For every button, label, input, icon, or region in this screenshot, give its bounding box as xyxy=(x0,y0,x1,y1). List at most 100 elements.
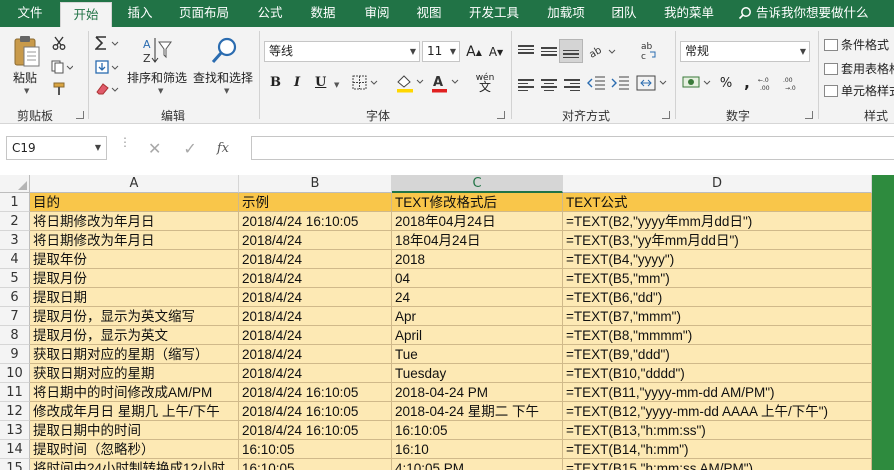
cell-a-5[interactable]: 提取月份 xyxy=(30,269,239,288)
tab-developer[interactable]: 开发工具 xyxy=(463,0,525,27)
copy-icon[interactable] xyxy=(50,59,74,75)
cell-c-15[interactable]: 4:10:05 PM xyxy=(392,459,563,470)
cell-d-6[interactable]: =TEXT(B6,"dd") xyxy=(563,288,872,307)
find-select-dropdown-icon[interactable]: ▼ xyxy=(224,87,229,95)
clipboard-launcher-icon[interactable] xyxy=(76,111,84,119)
row-header[interactable]: 9 xyxy=(0,345,30,364)
insert-function-icon[interactable]: fx xyxy=(217,141,229,156)
merge-center-icon[interactable] xyxy=(636,73,670,93)
tab-page-layout[interactable]: 页面布局 xyxy=(172,0,236,27)
column-header-d[interactable]: D xyxy=(563,175,872,193)
row-header[interactable]: 8 xyxy=(0,326,30,345)
tab-addins[interactable]: 加载项 xyxy=(541,0,591,27)
cell-c-11[interactable]: 2018-04-24 PM xyxy=(392,383,563,402)
find-icon[interactable] xyxy=(208,35,240,67)
cell-c-6[interactable]: 24 xyxy=(392,288,563,307)
select-all-button[interactable] xyxy=(0,175,30,193)
cell-d-15[interactable]: =TEXT(B15,"h:mm:ss AM/PM") xyxy=(563,459,872,470)
paste-icon[interactable] xyxy=(10,33,44,69)
formula-bar-grip[interactable]: ⋮ xyxy=(119,136,131,148)
cut-icon[interactable] xyxy=(50,35,68,51)
row-header[interactable]: 3 xyxy=(0,231,30,250)
cell-a-11[interactable]: 将日期中的时间修改成AM/PM xyxy=(30,383,239,402)
format-painter-icon[interactable] xyxy=(50,81,68,97)
row-header[interactable]: 12 xyxy=(0,402,30,421)
format-as-table-button[interactable]: 套用表格格式 xyxy=(824,60,894,77)
cell-c-14[interactable]: 16:10 xyxy=(392,440,563,459)
cell-b-2[interactable]: 2018/4/24 16:10:05 xyxy=(239,212,392,231)
tab-insert[interactable]: 插入 xyxy=(118,0,162,27)
row-header[interactable]: 11 xyxy=(0,383,30,402)
tab-formulas[interactable]: 公式 xyxy=(250,0,290,27)
cell-c-2[interactable]: 2018年04月24日 xyxy=(392,212,563,231)
align-center-icon[interactable] xyxy=(541,77,557,93)
align-left-icon[interactable] xyxy=(518,77,534,93)
decrease-decimal-icon[interactable]: .00 →.0 xyxy=(783,73,805,93)
cell-styles-button[interactable]: 单元格样式 xyxy=(824,82,894,99)
increase-font-icon[interactable]: A ▲ xyxy=(465,43,483,61)
formula-input[interactable] xyxy=(251,136,894,160)
cell-d-4[interactable]: =TEXT(B4,"yyyy") xyxy=(563,250,872,269)
cell-a-4[interactable]: 提取年份 xyxy=(30,250,239,269)
tab-home[interactable]: 开始 xyxy=(60,2,112,27)
tab-team[interactable]: 团队 xyxy=(604,0,644,27)
cell-d-12[interactable]: =TEXT(B12,"yyyy-mm-dd AAAA 上午/下午") xyxy=(563,402,872,421)
cell-a-13[interactable]: 提取日期中的时间 xyxy=(30,421,239,440)
font-name-select[interactable]: 等线 ▼ xyxy=(264,41,420,62)
cell-d-11[interactable]: =TEXT(B11,"yyyy-mm-dd AM/PM") xyxy=(563,383,872,402)
alignment-launcher-icon[interactable] xyxy=(662,111,670,119)
cell-b-11[interactable]: 2018/4/24 16:10:05 xyxy=(239,383,392,402)
cell-c-1[interactable]: TEXT修改格式后 xyxy=(392,193,563,212)
cell-a-14[interactable]: 提取时间（忽略秒） xyxy=(30,440,239,459)
cell-b-3[interactable]: 2018/4/24 xyxy=(239,231,392,250)
font-launcher-icon[interactable] xyxy=(497,111,505,119)
cell-c-4[interactable]: 2018 xyxy=(392,250,563,269)
row-header[interactable]: 7 xyxy=(0,307,30,326)
cancel-icon[interactable]: ✕ xyxy=(148,139,161,158)
cell-b-1[interactable]: 示例 xyxy=(239,193,392,212)
cell-b-6[interactable]: 2018/4/24 xyxy=(239,288,392,307)
decrease-indent-icon[interactable] xyxy=(585,73,607,93)
cell-d-7[interactable]: =TEXT(B7,"mmm") xyxy=(563,307,872,326)
cell-a-2[interactable]: 将日期修改为年月日 xyxy=(30,212,239,231)
name-box[interactable]: C19 ▼ xyxy=(6,136,107,160)
cell-a-12[interactable]: 修改成年月日 星期几 上午/下午 xyxy=(30,402,239,421)
comma-style-icon[interactable]: , xyxy=(738,73,756,93)
cell-d-13[interactable]: =TEXT(B13,"h:mm:ss") xyxy=(563,421,872,440)
cell-a-3[interactable]: 将日期修改为年月日 xyxy=(30,231,239,250)
cell-d-5[interactable]: =TEXT(B5,"mm") xyxy=(563,269,872,288)
cell-d-3[interactable]: =TEXT(B3,"yy年mm月dd日") xyxy=(563,231,872,250)
fill-icon[interactable] xyxy=(93,59,123,75)
cell-a-10[interactable]: 获取日期对应的星期 xyxy=(30,364,239,383)
cell-b-14[interactable]: 16:10:05 xyxy=(239,440,392,459)
row-header[interactable]: 2 xyxy=(0,212,30,231)
cell-d-8[interactable]: =TEXT(B8,"mmmm") xyxy=(563,326,872,345)
cell-c-8[interactable]: April xyxy=(392,326,563,345)
wrap-text-icon[interactable]: ab c xyxy=(638,39,660,61)
align-middle-icon[interactable] xyxy=(541,45,557,58)
underline-button[interactable]: U xyxy=(315,75,326,90)
column-header-b[interactable]: B xyxy=(239,175,392,193)
align-bottom-icon[interactable] xyxy=(559,39,583,63)
tab-file[interactable]: 文件 xyxy=(6,0,54,27)
cell-c-10[interactable]: Tuesday xyxy=(392,364,563,383)
cell-a-15[interactable]: 将时间由24小时制转换成12小时 xyxy=(30,459,239,470)
cell-a-6[interactable]: 提取日期 xyxy=(30,288,239,307)
enter-icon[interactable]: ✓ xyxy=(183,139,196,158)
cell-b-8[interactable]: 2018/4/24 xyxy=(239,326,392,345)
tab-review[interactable]: 审阅 xyxy=(357,0,397,27)
number-launcher-icon[interactable] xyxy=(805,111,813,119)
tell-me-box[interactable]: 告诉我你想要做什么 xyxy=(738,0,869,27)
row-header[interactable]: 10 xyxy=(0,364,30,383)
row-header[interactable]: 13 xyxy=(0,421,30,440)
cell-a-1[interactable]: 目的 xyxy=(30,193,239,212)
cell-d-1[interactable]: TEXT公式 xyxy=(563,193,872,212)
sort-filter-icon[interactable]: AZ xyxy=(140,35,174,67)
cell-d-10[interactable]: =TEXT(B10,"dddd") xyxy=(563,364,872,383)
decrease-font-icon[interactable]: A ▼ xyxy=(487,43,505,61)
cell-c-5[interactable]: 04 xyxy=(392,269,563,288)
increase-decimal-icon[interactable]: ←.0.00 xyxy=(758,73,780,93)
number-format-select[interactable]: 常规 ▼ xyxy=(680,41,810,62)
conditional-format-button[interactable]: 条件格式 xyxy=(824,36,889,53)
row-header[interactable]: 4 xyxy=(0,250,30,269)
